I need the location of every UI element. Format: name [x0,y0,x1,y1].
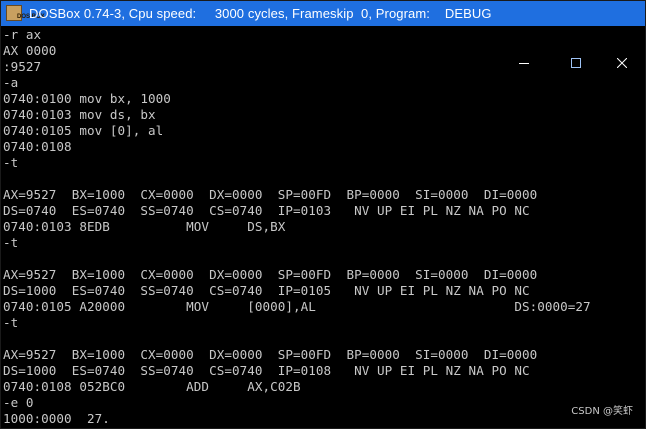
console-line: AX 0000 [3,43,57,58]
dos-console-output[interactable]: -r ax AX 0000 :9527 -a 0740:0100 mov bx,… [3,27,643,428]
minimize-button[interactable] [501,1,547,64]
console-line: -a [3,75,19,90]
console-line: 0740:0105 A20000 MOV [0000],AL DS:0000=2… [3,299,591,314]
title-bar[interactable]: DOS BOX DOSBox 0.74-3, Cpu speed: 3000 c… [1,1,645,68]
console-line: -e 0 [3,395,34,410]
maximize-button[interactable] [553,1,599,68]
dosbox-app-icon[interactable]: DOS BOX [6,5,45,21]
console-line: DS=1000 ES=0740 SS=0740 CS=0740 IP=0105 … [3,283,530,298]
console-line: -t [3,235,19,250]
console-line: AX=9527 BX=1000 CX=0000 DX=0000 SP=00FD … [3,187,538,202]
console-line: -t [3,315,19,330]
console-line: 0740:0100 mov bx, 1000 [3,91,171,106]
csdn-watermark: CSDN @笑虾 [571,406,633,417]
close-button[interactable] [599,1,645,68]
console-line: -t [3,155,19,170]
console-line: 0740:0108 052BC0 ADD AX,C02B [3,379,301,394]
console-line: :9527 [3,59,42,74]
console-line: 0740:0105 mov [0], al [3,123,164,138]
console-line: 0740:0108 [3,139,72,154]
window-title: DOSBox 0.74-3, Cpu speed: 3000 cycles, F… [29,6,492,21]
console-line: AX=9527 BX=1000 CX=0000 DX=0000 SP=00FD … [3,347,538,362]
console-line: 0740:0103 mov ds, bx [3,107,156,122]
console-line: 0740:0103 8EDB MOV DS,BX [3,219,286,234]
console-line: DS=1000 ES=0740 SS=0740 CS=0740 IP=0108 … [3,363,530,378]
dosbox-window: DOS BOX DOSBox 0.74-3, Cpu speed: 3000 c… [0,0,646,429]
console-line: -r ax [3,27,42,42]
console-line: DS=0740 ES=0740 SS=0740 CS=0740 IP=0103 … [3,203,530,218]
console-input-line[interactable]: 1000:0000 27. [3,411,643,427]
console-line: AX=9527 BX=1000 CX=0000 DX=0000 SP=00FD … [3,267,538,282]
